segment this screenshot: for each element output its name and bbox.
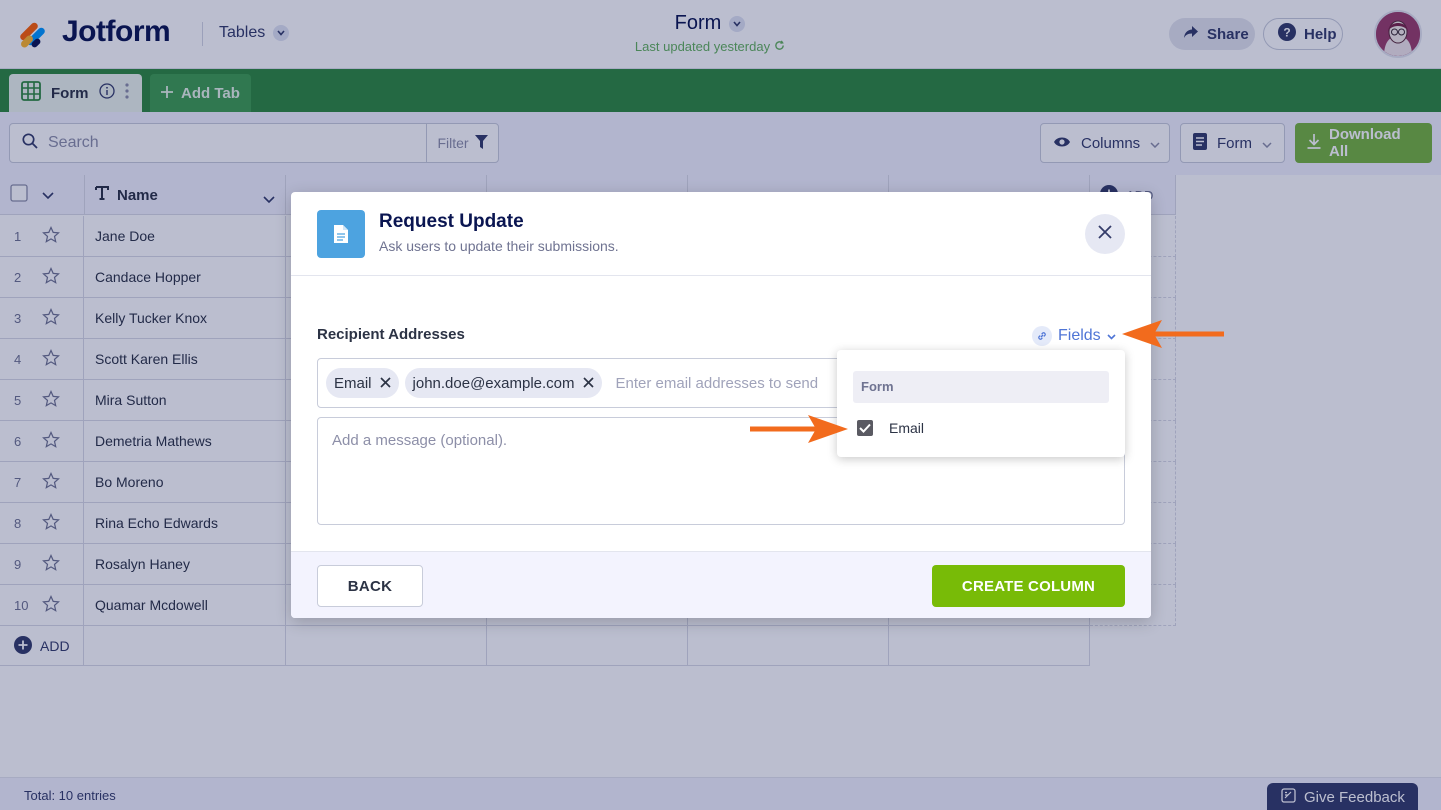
back-button[interactable]: BACK: [317, 565, 423, 607]
remove-chip-icon[interactable]: [582, 375, 594, 392]
chip-label: john.doe@example.com: [412, 374, 575, 392]
fields-dropdown-toggle[interactable]: Fields: [1032, 326, 1116, 346]
fields-label: Fields: [1058, 327, 1101, 344]
create-column-button[interactable]: CREATE COLUMN: [932, 565, 1125, 607]
link-icon: [1032, 326, 1052, 346]
modal-title: Request Update: [379, 211, 524, 232]
fields-dropdown-menu: Form Email: [837, 350, 1125, 457]
document-icon: [317, 210, 365, 258]
chip-label: Email: [334, 374, 372, 392]
dropdown-group-header: Form: [853, 371, 1109, 403]
modal-footer: BACK CREATE COLUMN: [291, 551, 1151, 618]
annotation-arrow-icon: [1122, 320, 1224, 348]
modal-header: Request Update Ask users to update their…: [291, 192, 1151, 276]
recipient-chip: john.doe@example.com: [404, 368, 602, 398]
field-option-email[interactable]: Email: [857, 420, 924, 436]
close-button[interactable]: [1085, 214, 1125, 254]
chevron-down-icon: [1107, 327, 1116, 345]
close-icon: [1097, 224, 1113, 245]
modal-subtitle: Ask users to update their submissions.: [379, 238, 619, 254]
remove-chip-icon[interactable]: [379, 375, 391, 392]
recipient-addresses-label: Recipient Addresses: [317, 326, 465, 343]
field-option-label: Email: [889, 420, 925, 436]
recipient-chip: Email: [326, 368, 399, 398]
annotation-arrow-icon: [750, 415, 848, 443]
email-address-input[interactable]: [615, 374, 846, 392]
checkbox-checked-icon[interactable]: [857, 420, 873, 436]
